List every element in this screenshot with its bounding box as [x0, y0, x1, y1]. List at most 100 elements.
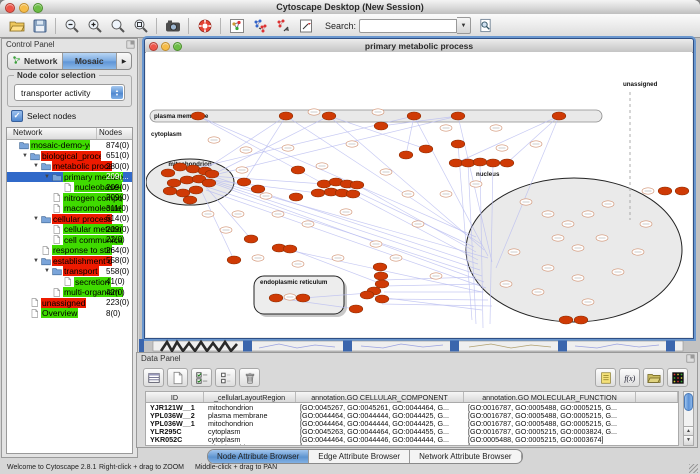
tree-row[interactable]: ▼primary metabo209(...	[7, 172, 132, 183]
tree-row[interactable]: mosaic-demo-yeast874(0)	[7, 140, 132, 151]
search-label: Search:	[325, 21, 356, 31]
float-panel-icon[interactable]	[126, 40, 135, 49]
scroll-down-icon[interactable]: ▼	[684, 435, 693, 445]
tree-row[interactable]: cell communicat22(0)	[7, 235, 132, 246]
file-icon	[52, 193, 63, 202]
expander-icon[interactable]: ▼	[33, 162, 41, 170]
tree-row[interactable]: multi-organism pro42(0)	[7, 287, 132, 298]
table-cell: [GO:0016787, GO:0005488, GO:0005215, G..…	[464, 443, 636, 446]
dropdown-stepper-icon: ▲▼	[111, 86, 123, 99]
help-icon[interactable]	[194, 16, 215, 36]
select-attributes-icon[interactable]	[191, 368, 212, 387]
zoom-out-icon[interactable]	[61, 16, 82, 36]
tree-row[interactable]: cellular metabo209(0)	[7, 224, 132, 235]
float-panel-icon[interactable]	[686, 354, 695, 363]
node-color-dropdown[interactable]: transporter activity ▲▼	[14, 84, 125, 101]
column-header[interactable]: annotation.GO MOLECULAR_FUNCTION	[464, 392, 636, 402]
column-header[interactable]: annotation.GO CELLULAR_COMPONENT	[296, 392, 464, 402]
tab-edge-attribute-browser[interactable]: Edge Attribute Browser	[309, 450, 410, 463]
open-session-icon[interactable]	[6, 16, 27, 36]
resize-grip[interactable]	[689, 464, 698, 473]
tab-network[interactable]: Network	[8, 53, 63, 69]
tree-row[interactable]: Overview8(0)	[7, 308, 132, 319]
cytoscape-window: Cytoscape Desktop (New Session) Search:▼…	[0, 0, 700, 474]
network-window-title: primary metabolic process	[145, 41, 693, 51]
tree-row-nodes-count: 558(0)	[106, 256, 129, 265]
tree-row[interactable]: macromolecule311(0)	[7, 203, 132, 214]
search-options-icon[interactable]	[475, 16, 496, 36]
tree-row-label: transport	[63, 266, 99, 276]
new-attribute-icon[interactable]	[167, 368, 188, 387]
tree-row-label: metabolic process	[52, 161, 112, 171]
attribute-browser-tabs: Node Attribute BrowserEdge Attribute Bro…	[207, 449, 523, 464]
import-attributes-icon[interactable]	[643, 368, 664, 387]
annotation-icon[interactable]	[295, 16, 316, 36]
zoom-in-icon[interactable]	[84, 16, 105, 36]
file-icon	[41, 246, 52, 255]
expander-icon[interactable]: ▼	[33, 257, 41, 265]
file-icon	[63, 183, 74, 192]
tree-row[interactable]: ▼ metabolic process280(0)	[7, 161, 132, 172]
delete-attribute-icon[interactable]	[239, 368, 260, 387]
tree-column-network[interactable]: Network	[7, 128, 96, 139]
toolbar-divider	[55, 18, 56, 34]
tree-row-label: establishment of lo	[52, 256, 112, 266]
network-graph[interactable]: plasma membranecytoplasmmitochondrionnuc…	[146, 52, 692, 337]
tab-mosaic[interactable]: Mosaic	[63, 53, 118, 69]
search-dropdown-arrow-icon[interactable]: ▼	[457, 17, 471, 34]
tab-label: Mosaic	[75, 56, 104, 66]
expander-icon[interactable]: ▼	[22, 152, 30, 160]
search-input[interactable]	[359, 19, 457, 33]
zoom-fit-icon[interactable]	[130, 16, 151, 36]
scrollbar-thumb[interactable]	[684, 393, 693, 411]
tree-row[interactable]: nitrogen compo209(0)	[7, 193, 132, 204]
tree-row-label: cellular process	[52, 214, 112, 224]
tree-row[interactable]: response to stimul264(0)	[7, 245, 132, 256]
tree-row[interactable]: ▼cellular process614(0)	[7, 214, 132, 225]
function-builder-icon[interactable]: f(x)	[619, 368, 640, 387]
tree-row[interactable]: unassigned223(0)	[7, 298, 132, 309]
tab-network-attribute-browser[interactable]: Network Attribute Browser	[410, 450, 521, 463]
expander-icon[interactable]: ▼	[44, 267, 52, 275]
table-icon[interactable]	[143, 368, 164, 387]
main-toolbar: Search: ▼	[0, 14, 700, 38]
folder-icon	[41, 161, 52, 171]
column-header[interactable]: _cellularLayoutRegion	[204, 392, 296, 402]
folder-icon	[30, 151, 41, 161]
tree-row-nodes-count: 264(0)	[106, 246, 129, 255]
more-tabs-arrow-icon[interactable]: ▶	[117, 53, 131, 69]
tree-row-nodes-count: 209(0)	[106, 183, 129, 192]
network-canvas[interactable]: plasma membranecytoplasmmitochondrionnuc…	[146, 52, 692, 337]
unselect-attributes-icon[interactable]	[215, 368, 236, 387]
table-row[interactable]: YDR039C__1mitochondrion[GO:0044464, GO:0…	[146, 443, 678, 446]
tree-column-nodes[interactable]: Nodes	[96, 128, 132, 139]
save-session-icon[interactable]	[29, 16, 50, 36]
tab-node-attribute-browser[interactable]: Node Attribute Browser	[208, 450, 309, 463]
snapshot-icon[interactable]	[162, 16, 183, 36]
tree-row[interactable]: ▼biological_process651(0)	[7, 151, 132, 162]
column-header[interactable]: ID	[146, 392, 204, 402]
tree-body: mosaic-demo-yeast874(0)▼biological_proce…	[7, 140, 132, 319]
zoom-selected-icon[interactable]	[107, 16, 128, 36]
background-windows	[139, 339, 700, 352]
select-nodes-label: Select nodes	[27, 111, 76, 121]
data-panel-toolbar: f(x)	[143, 366, 691, 389]
notes-icon[interactable]	[595, 368, 616, 387]
table-scrollbar[interactable]: ▲ ▼	[683, 391, 694, 446]
expander-icon[interactable]: ▼	[44, 173, 52, 181]
tree-row-nodes-count: 223(0)	[106, 298, 129, 307]
copy-network-view-icon[interactable]	[249, 16, 270, 36]
control-panel-tabs: Network Mosaic ▶	[7, 52, 132, 70]
network-overview-icon[interactable]	[226, 16, 247, 36]
tree-row-nodes-count: 280(0)	[106, 162, 129, 171]
expander-icon[interactable]: ▼	[33, 215, 41, 223]
matrix-icon[interactable]	[667, 368, 688, 387]
tree-row[interactable]: nucleobase-209(0)	[7, 182, 132, 193]
tree-row[interactable]: secretion41(0)	[7, 277, 132, 288]
destroy-network-view-icon[interactable]	[272, 16, 293, 36]
tree-row[interactable]: ▼transport558(0)	[7, 266, 132, 277]
tree-row[interactable]: ▼ establishment of lo558(0)	[7, 256, 132, 267]
status-pan-hint: Middle-click + drag to PAN	[195, 464, 277, 471]
attribute-buttons	[143, 368, 263, 387]
select-nodes-checkbox[interactable]: ✓	[11, 110, 23, 122]
